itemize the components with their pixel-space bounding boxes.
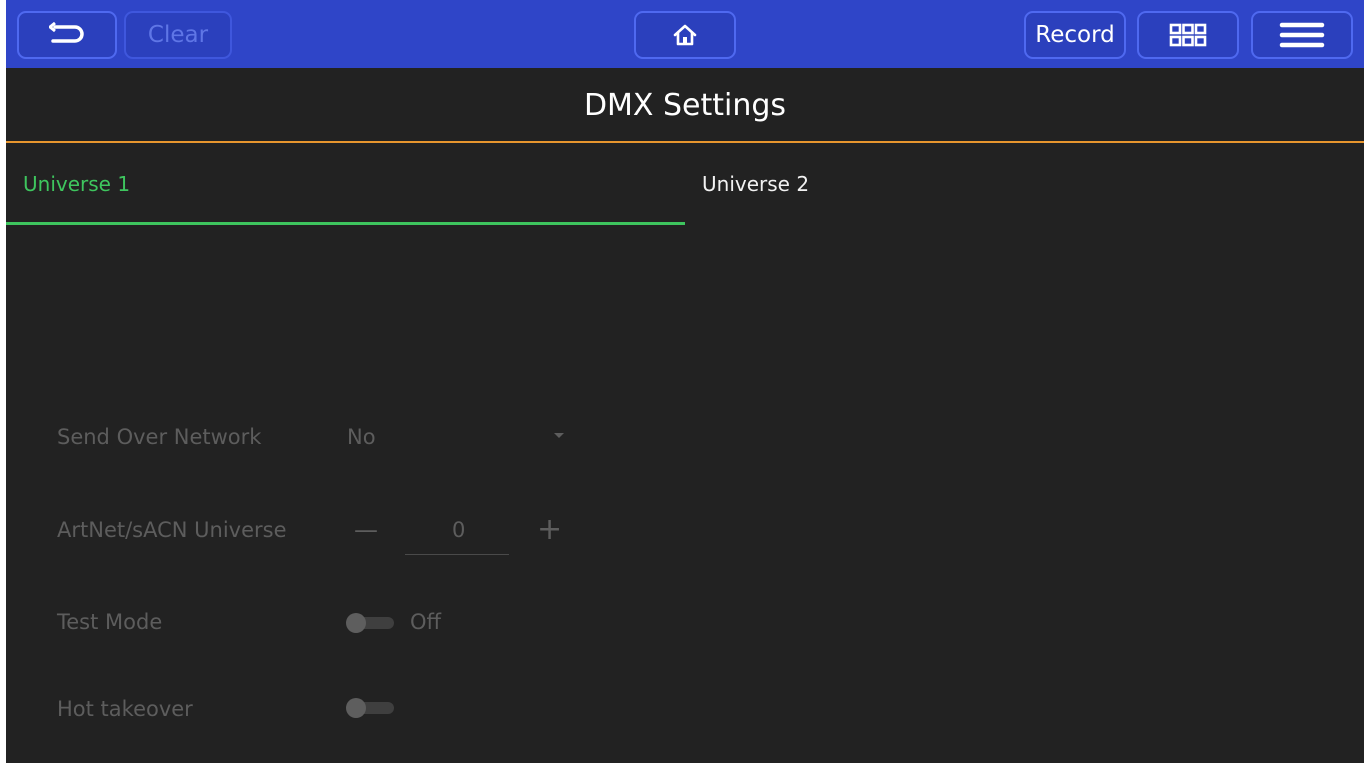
back-button[interactable] xyxy=(17,11,117,59)
home-button[interactable] xyxy=(634,11,736,59)
active-tab-indicator xyxy=(6,222,685,225)
tab-universe-1[interactable]: Universe 1 xyxy=(23,143,130,225)
record-button[interactable]: Record xyxy=(1024,11,1126,59)
toggle-knob xyxy=(346,698,366,718)
test-mode-toggle[interactable] xyxy=(346,613,396,633)
send-over-network-select[interactable]: No xyxy=(347,425,376,449)
grid-button[interactable] xyxy=(1137,11,1239,59)
top-toolbar: Clear Record xyxy=(6,0,1364,68)
test-mode-state: Off xyxy=(410,610,441,634)
increment-button[interactable]: + xyxy=(537,512,562,547)
clear-button[interactable]: Clear xyxy=(124,11,232,59)
universe-number-input[interactable]: 0 xyxy=(452,518,465,542)
page-title: DMX Settings xyxy=(583,87,787,123)
chevron-down-icon[interactable] xyxy=(554,433,564,438)
hot-takeover-toggle[interactable] xyxy=(346,698,396,718)
menu-button[interactable] xyxy=(1251,11,1353,59)
record-label: Record xyxy=(1035,22,1115,48)
universe-input-underline xyxy=(405,554,509,555)
hamburger-menu-icon xyxy=(1279,22,1325,48)
test-mode-label: Test Mode xyxy=(57,610,163,634)
tab-universe-2[interactable]: Universe 2 xyxy=(702,143,809,225)
send-over-network-label: Send Over Network xyxy=(57,425,262,449)
grid-icon xyxy=(1169,23,1207,47)
hot-takeover-label: Hot takeover xyxy=(57,697,193,721)
clear-label: Clear xyxy=(147,22,209,48)
title-divider xyxy=(6,141,1364,143)
undo-arrow-icon xyxy=(49,22,85,48)
app-frame: Clear Record DMX Settings Universe 1 Uni… xyxy=(6,0,1364,763)
home-icon xyxy=(672,22,698,48)
decrement-button[interactable]: — xyxy=(354,516,378,544)
artnet-universe-label: ArtNet/sACN Universe xyxy=(57,518,287,542)
toggle-knob xyxy=(346,613,366,633)
